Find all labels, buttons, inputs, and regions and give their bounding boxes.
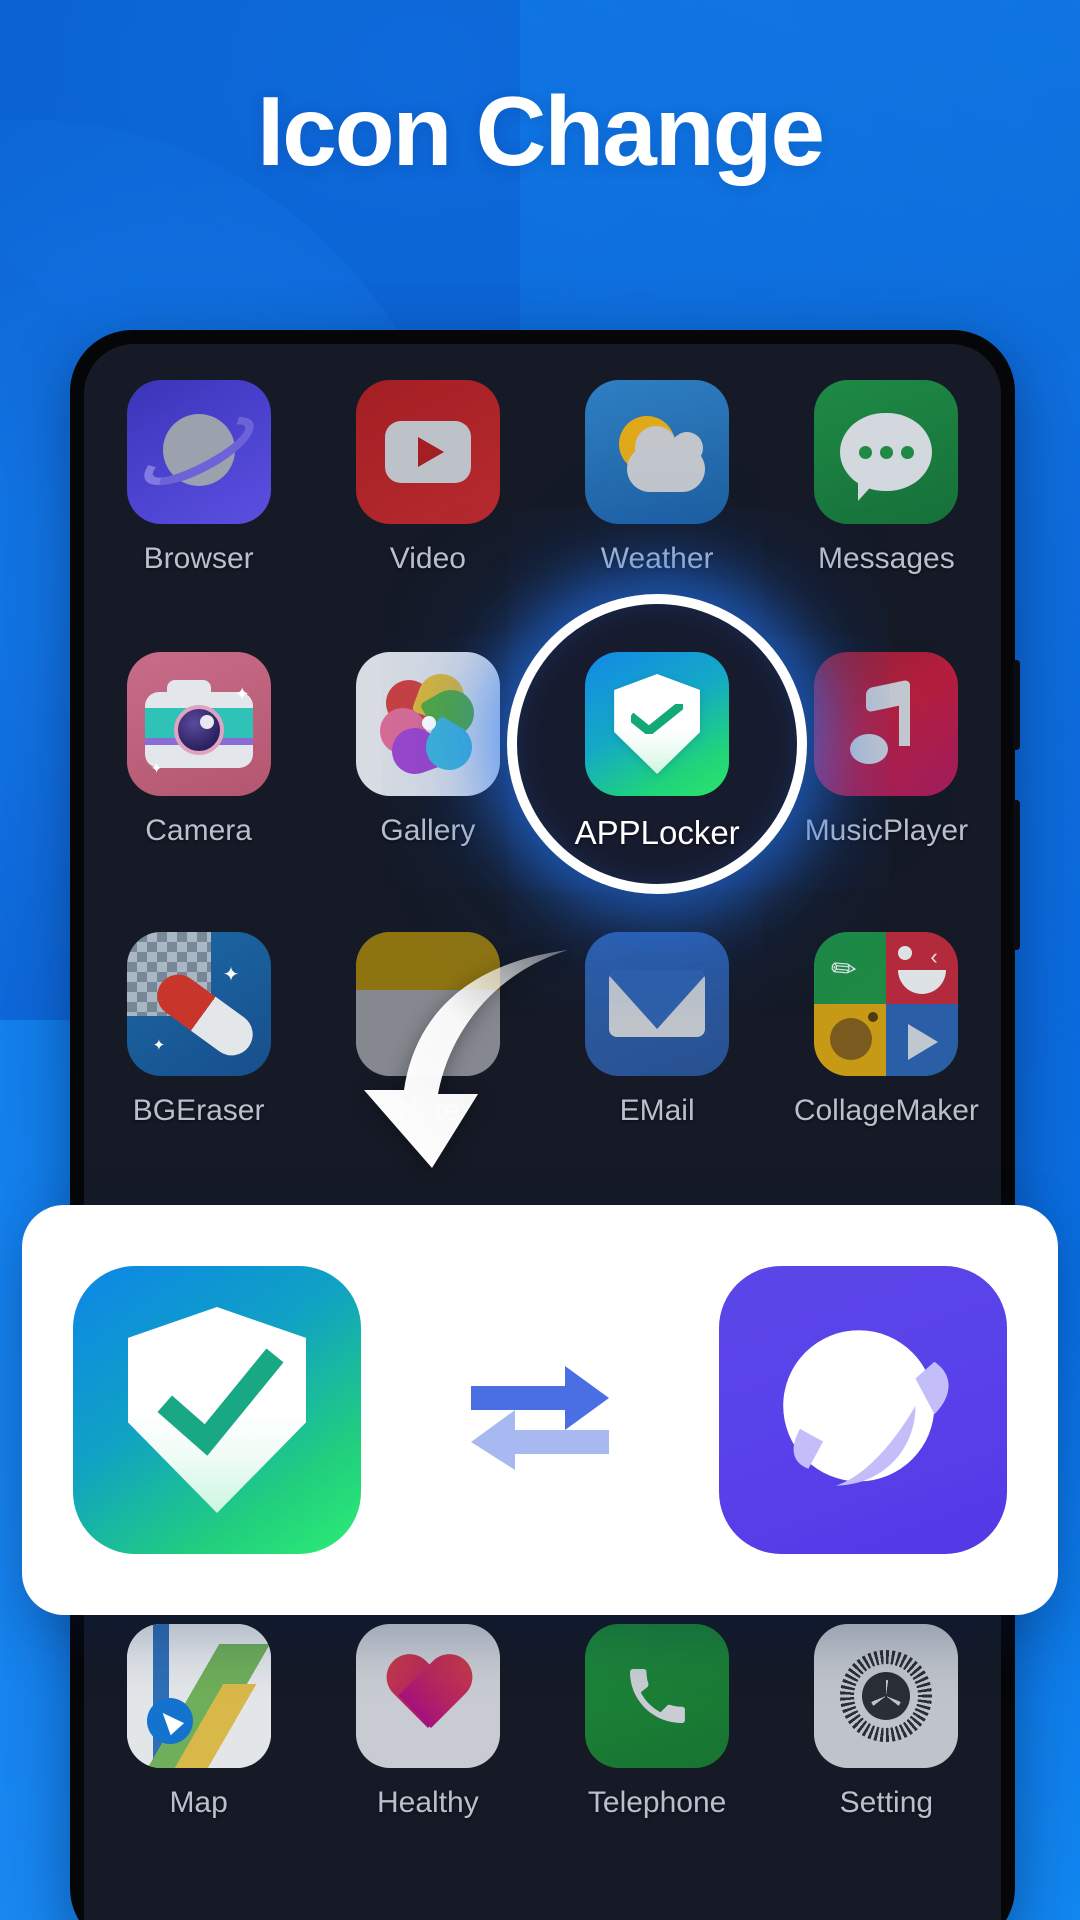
phone-mockup: Browser Video Weather Messages ✦ ✦ Camer… <box>70 330 1020 1920</box>
handset-icon <box>585 1624 730 1768</box>
phone-screen: Browser Video Weather Messages ✦ ✦ Camer… <box>84 344 1001 1920</box>
app-label-collagemaker: CollageMaker <box>793 1094 979 1127</box>
app-label-telephone: Telephone <box>587 1786 727 1819</box>
app-label-map: Map <box>169 1786 228 1819</box>
app-cell-bgeraser[interactable]: ✦ ✦ BGEraser <box>104 932 294 1128</box>
music-note-icon <box>814 652 959 796</box>
app-cell-musicplayer[interactable]: MusicPlayer <box>791 652 981 848</box>
app-cell-setting[interactable]: Setting <box>791 1624 981 1820</box>
app-cell-video[interactable]: Video <box>333 380 523 576</box>
app-cell-collagemaker[interactable]: ✎ ‹ CollageMaker <box>791 932 981 1128</box>
heart-icon <box>355 1624 500 1768</box>
collage-icon: ✎ ‹ <box>814 932 959 1076</box>
swap-replacement-icon[interactable] <box>719 1266 1007 1554</box>
app-label-musicplayer: MusicPlayer <box>804 814 969 847</box>
app-cell-applocker[interactable]: APPLocker <box>507 594 808 894</box>
app-label-video: Video <box>389 542 466 575</box>
app-row-1: Browser Video Weather Messages <box>84 380 1001 576</box>
app-cell-browser[interactable]: Browser <box>104 380 294 576</box>
curved-down-left-arrow-icon <box>364 950 568 1168</box>
app-label-weather: Weather <box>600 542 714 575</box>
app-label-messages: Messages <box>818 542 955 575</box>
phone-side-button-power <box>1013 800 1020 950</box>
app-label-applocker: APPLocker <box>574 814 740 851</box>
app-cell-weather[interactable]: Weather <box>562 380 752 576</box>
map-icon <box>126 1624 271 1768</box>
flower-icon <box>355 652 500 796</box>
envelope-icon <box>585 932 730 1076</box>
navigation-arrow-icon <box>146 1698 193 1744</box>
check-mark-icon <box>157 1348 284 1456</box>
app-cell-gallery[interactable]: Gallery <box>333 652 523 848</box>
planet-icon <box>783 1330 949 1486</box>
app-cell-map[interactable]: Map <box>104 1624 294 1820</box>
app-cell-email[interactable]: EMail <box>562 932 752 1128</box>
planet-icon <box>126 380 271 524</box>
eraser-icon: ✦ ✦ <box>126 932 271 1076</box>
phone-side-button-volume <box>1013 660 1020 750</box>
app-label-setting: Setting <box>839 1786 934 1819</box>
chat-bubble-icon <box>814 380 959 524</box>
app-row-2: ✦ ✦ Camera Gallery APPLocker MusicPlayer <box>84 594 1001 894</box>
homescreen: Browser Video Weather Messages ✦ ✦ Camer… <box>84 344 1001 1920</box>
app-label-camera: Camera <box>145 814 252 847</box>
app-label-bgeraser: BGEraser <box>132 1094 265 1127</box>
icon-swap-card <box>22 1205 1058 1615</box>
check-mark-icon <box>631 704 684 734</box>
sun-cloud-icon <box>585 380 730 524</box>
app-cell-healthy[interactable]: Healthy <box>333 1624 523 1820</box>
app-cell-camera[interactable]: ✦ ✦ Camera <box>104 652 294 848</box>
camera-icon: ✦ ✦ <box>126 652 271 796</box>
phone-handset-glyph <box>630 1669 686 1723</box>
shield-check-icon <box>585 652 730 796</box>
app-cell-messages[interactable]: Messages <box>791 380 981 576</box>
app-row-4: Map Healthy Telephone Setting <box>84 1624 1001 1820</box>
app-label-browser: Browser <box>143 542 254 575</box>
play-icon <box>355 380 500 524</box>
app-label-gallery: Gallery <box>380 814 476 847</box>
swap-arrows-icon[interactable] <box>465 1350 615 1470</box>
swap-original-icon[interactable] <box>73 1266 361 1554</box>
app-cell-telephone[interactable]: Telephone <box>562 1624 752 1820</box>
app-label-healthy: Healthy <box>377 1786 479 1819</box>
app-label-email: EMail <box>619 1094 695 1127</box>
page-title: Icon Change <box>256 76 825 186</box>
gear-icon <box>814 1624 959 1768</box>
